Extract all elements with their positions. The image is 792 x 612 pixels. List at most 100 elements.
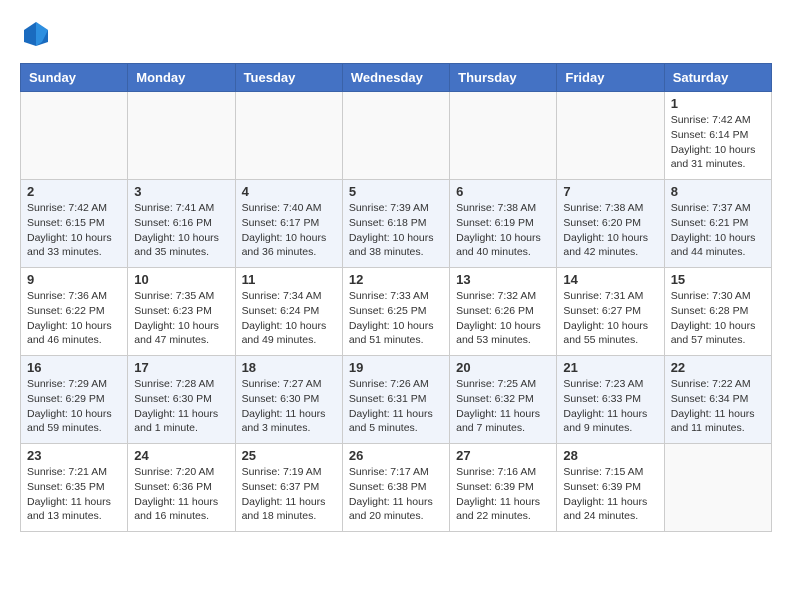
calendar-cell [450,92,557,180]
calendar-cell: 9 Sunrise: 7:36 AM Sunset: 6:22 PM Daylig… [21,268,128,356]
col-header-thursday: Thursday [450,64,557,92]
day-number: 9 [27,272,121,287]
day-number: 3 [134,184,228,199]
day-number: 18 [242,360,336,375]
day-info: Sunrise: 7:35 AM Sunset: 6:23 PM Dayligh… [134,289,228,348]
day-info: Sunrise: 7:21 AM Sunset: 6:35 PM Dayligh… [27,465,121,524]
calendar-cell: 20 Sunrise: 7:25 AM Sunset: 6:32 PM Dayli… [450,356,557,444]
calendar-cell [342,92,449,180]
calendar-cell: 24 Sunrise: 7:20 AM Sunset: 6:36 PM Dayli… [128,444,235,532]
calendar-header-row: SundayMondayTuesdayWednesdayThursdayFrid… [21,64,772,92]
day-number: 10 [134,272,228,287]
day-info: Sunrise: 7:38 AM Sunset: 6:20 PM Dayligh… [563,201,657,260]
calendar-cell: 14 Sunrise: 7:31 AM Sunset: 6:27 PM Dayli… [557,268,664,356]
day-number: 4 [242,184,336,199]
calendar-cell: 15 Sunrise: 7:30 AM Sunset: 6:28 PM Dayli… [664,268,771,356]
day-info: Sunrise: 7:16 AM Sunset: 6:39 PM Dayligh… [456,465,550,524]
page-header [20,20,772,53]
day-number: 14 [563,272,657,287]
calendar-cell: 13 Sunrise: 7:32 AM Sunset: 6:26 PM Dayli… [450,268,557,356]
day-number: 19 [349,360,443,375]
calendar-cell: 28Sunrise: 7:15 AM Sunset: 6:39 PM Dayli… [557,444,664,532]
calendar-cell [664,444,771,532]
day-number: 16 [27,360,121,375]
day-info: Sunrise: 7:33 AM Sunset: 6:25 PM Dayligh… [349,289,443,348]
day-number: 12 [349,272,443,287]
day-number: 1 [671,96,765,111]
day-info: Sunrise: 7:20 AM Sunset: 6:36 PM Dayligh… [134,465,228,524]
calendar-cell [557,92,664,180]
calendar-week-row: 9 Sunrise: 7:36 AM Sunset: 6:22 PM Daylig… [21,268,772,356]
day-number: 28 [563,448,657,463]
calendar-cell: 11Sunrise: 7:34 AM Sunset: 6:24 PM Dayli… [235,268,342,356]
calendar-cell: 7 Sunrise: 7:38 AM Sunset: 6:20 PM Daylig… [557,180,664,268]
calendar-cell: 19 Sunrise: 7:26 AM Sunset: 6:31 PM Dayli… [342,356,449,444]
calendar-cell: 6 Sunrise: 7:38 AM Sunset: 6:19 PM Daylig… [450,180,557,268]
calendar-cell: 17 Sunrise: 7:28 AM Sunset: 6:30 PM Dayli… [128,356,235,444]
day-number: 5 [349,184,443,199]
calendar-cell: 8 Sunrise: 7:37 AM Sunset: 6:21 PM Daylig… [664,180,771,268]
calendar-cell: 3 Sunrise: 7:41 AM Sunset: 6:16 PM Daylig… [128,180,235,268]
day-number: 2 [27,184,121,199]
day-number: 17 [134,360,228,375]
day-number: 21 [563,360,657,375]
day-number: 25 [242,448,336,463]
day-number: 7 [563,184,657,199]
calendar-cell [128,92,235,180]
day-info: Sunrise: 7:26 AM Sunset: 6:31 PM Dayligh… [349,377,443,436]
day-number: 6 [456,184,550,199]
calendar-cell: 5 Sunrise: 7:39 AM Sunset: 6:18 PM Daylig… [342,180,449,268]
calendar-cell [235,92,342,180]
logo-icon [22,20,50,48]
day-number: 24 [134,448,228,463]
day-info: Sunrise: 7:25 AM Sunset: 6:32 PM Dayligh… [456,377,550,436]
calendar-table: SundayMondayTuesdayWednesdayThursdayFrid… [20,63,772,532]
day-info: Sunrise: 7:28 AM Sunset: 6:30 PM Dayligh… [134,377,228,436]
calendar-cell: 10 Sunrise: 7:35 AM Sunset: 6:23 PM Dayli… [128,268,235,356]
col-header-wednesday: Wednesday [342,64,449,92]
calendar-cell: 27 Sunrise: 7:16 AM Sunset: 6:39 PM Dayli… [450,444,557,532]
day-number: 13 [456,272,550,287]
calendar-cell: 26 Sunrise: 7:17 AM Sunset: 6:38 PM Dayli… [342,444,449,532]
calendar-cell: 18 Sunrise: 7:27 AM Sunset: 6:30 PM Dayli… [235,356,342,444]
calendar-cell: 1Sunrise: 7:42 AM Sunset: 6:14 PM Daylig… [664,92,771,180]
day-number: 11 [242,272,336,287]
calendar-week-row: 1Sunrise: 7:42 AM Sunset: 6:14 PM Daylig… [21,92,772,180]
calendar-cell [21,92,128,180]
day-info: Sunrise: 7:29 AM Sunset: 6:29 PM Dayligh… [27,377,121,436]
day-info: Sunrise: 7:19 AM Sunset: 6:37 PM Dayligh… [242,465,336,524]
col-header-friday: Friday [557,64,664,92]
calendar-cell: 21Sunrise: 7:23 AM Sunset: 6:33 PM Dayli… [557,356,664,444]
day-info: Sunrise: 7:32 AM Sunset: 6:26 PM Dayligh… [456,289,550,348]
day-number: 22 [671,360,765,375]
day-info: Sunrise: 7:39 AM Sunset: 6:18 PM Dayligh… [349,201,443,260]
day-info: Sunrise: 7:41 AM Sunset: 6:16 PM Dayligh… [134,201,228,260]
day-number: 27 [456,448,550,463]
col-header-sunday: Sunday [21,64,128,92]
col-header-saturday: Saturday [664,64,771,92]
day-info: Sunrise: 7:38 AM Sunset: 6:19 PM Dayligh… [456,201,550,260]
col-header-tuesday: Tuesday [235,64,342,92]
day-number: 8 [671,184,765,199]
day-number: 20 [456,360,550,375]
day-info: Sunrise: 7:31 AM Sunset: 6:27 PM Dayligh… [563,289,657,348]
calendar-week-row: 2Sunrise: 7:42 AM Sunset: 6:15 PM Daylig… [21,180,772,268]
calendar-week-row: 23 Sunrise: 7:21 AM Sunset: 6:35 PM Dayli… [21,444,772,532]
col-header-monday: Monday [128,64,235,92]
day-number: 26 [349,448,443,463]
day-info: Sunrise: 7:17 AM Sunset: 6:38 PM Dayligh… [349,465,443,524]
calendar-cell: 22 Sunrise: 7:22 AM Sunset: 6:34 PM Dayli… [664,356,771,444]
day-number: 23 [27,448,121,463]
calendar-cell: 12 Sunrise: 7:33 AM Sunset: 6:25 PM Dayli… [342,268,449,356]
day-info: Sunrise: 7:40 AM Sunset: 6:17 PM Dayligh… [242,201,336,260]
day-info: Sunrise: 7:37 AM Sunset: 6:21 PM Dayligh… [671,201,765,260]
calendar-cell: 2Sunrise: 7:42 AM Sunset: 6:15 PM Daylig… [21,180,128,268]
calendar-cell: 23 Sunrise: 7:21 AM Sunset: 6:35 PM Dayli… [21,444,128,532]
calendar-week-row: 16 Sunrise: 7:29 AM Sunset: 6:29 PM Dayli… [21,356,772,444]
calendar-cell: 4 Sunrise: 7:40 AM Sunset: 6:17 PM Daylig… [235,180,342,268]
day-info: Sunrise: 7:30 AM Sunset: 6:28 PM Dayligh… [671,289,765,348]
day-info: Sunrise: 7:36 AM Sunset: 6:22 PM Dayligh… [27,289,121,348]
day-number: 15 [671,272,765,287]
day-info: Sunrise: 7:27 AM Sunset: 6:30 PM Dayligh… [242,377,336,436]
day-info: Sunrise: 7:22 AM Sunset: 6:34 PM Dayligh… [671,377,765,436]
